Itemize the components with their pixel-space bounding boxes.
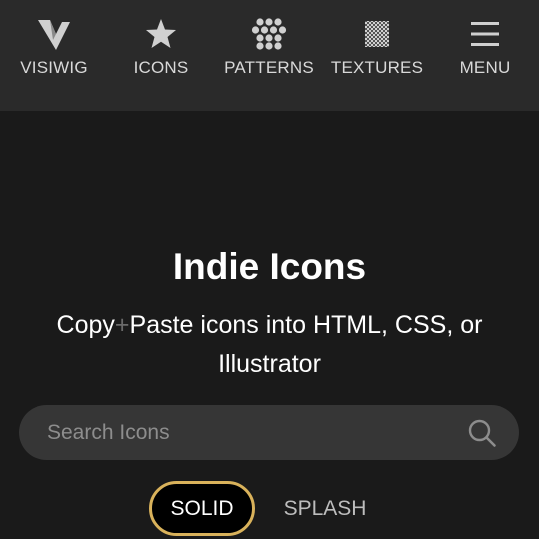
search-bar: [19, 405, 519, 460]
subtitle-plus: +: [114, 311, 130, 339]
visiwig-logo-icon: [38, 20, 70, 50]
dots-pattern-icon: [251, 18, 287, 50]
hamburger-menu-icon: [471, 22, 499, 46]
nav-item-menu[interactable]: MENU: [431, 0, 539, 111]
subtitle-copy: Copy: [56, 311, 115, 339]
search-icon[interactable]: [467, 418, 497, 448]
star-icon: [146, 19, 176, 48]
tab-solid[interactable]: SOLID: [149, 481, 255, 536]
search-input[interactable]: [19, 405, 459, 460]
nav-label-textures: TEXTURES: [330, 58, 424, 77]
nav-item-patterns[interactable]: PATTERNS: [215, 0, 323, 111]
page-title: Indie Icons: [172, 246, 367, 287]
tab-splash[interactable]: SPLASH: [270, 481, 380, 536]
nav-item-visiwig[interactable]: VISIWIG: [0, 0, 108, 111]
nav-label-icons: ICONS: [133, 58, 189, 77]
nav-label-menu: MENU: [459, 58, 511, 77]
page: VISIWIG ICONS PATTERNS TEXTURES MENU Ind…: [0, 0, 539, 539]
top-navigation: VISIWIG ICONS PATTERNS TEXTURES MENU: [0, 0, 539, 111]
page-subtitle: Copy+Paste icons into HTML, CSS, or Illu…: [40, 306, 499, 384]
nav-label-patterns: PATTERNS: [224, 58, 314, 77]
nav-item-textures[interactable]: TEXTURES: [323, 0, 431, 111]
checker-texture-icon: [365, 21, 389, 47]
nav-item-icons[interactable]: ICONS: [107, 0, 215, 111]
subtitle-rest: Paste icons into HTML, CSS, or Illustrat…: [129, 311, 483, 378]
nav-label-visiwig: VISIWIG: [20, 58, 88, 77]
